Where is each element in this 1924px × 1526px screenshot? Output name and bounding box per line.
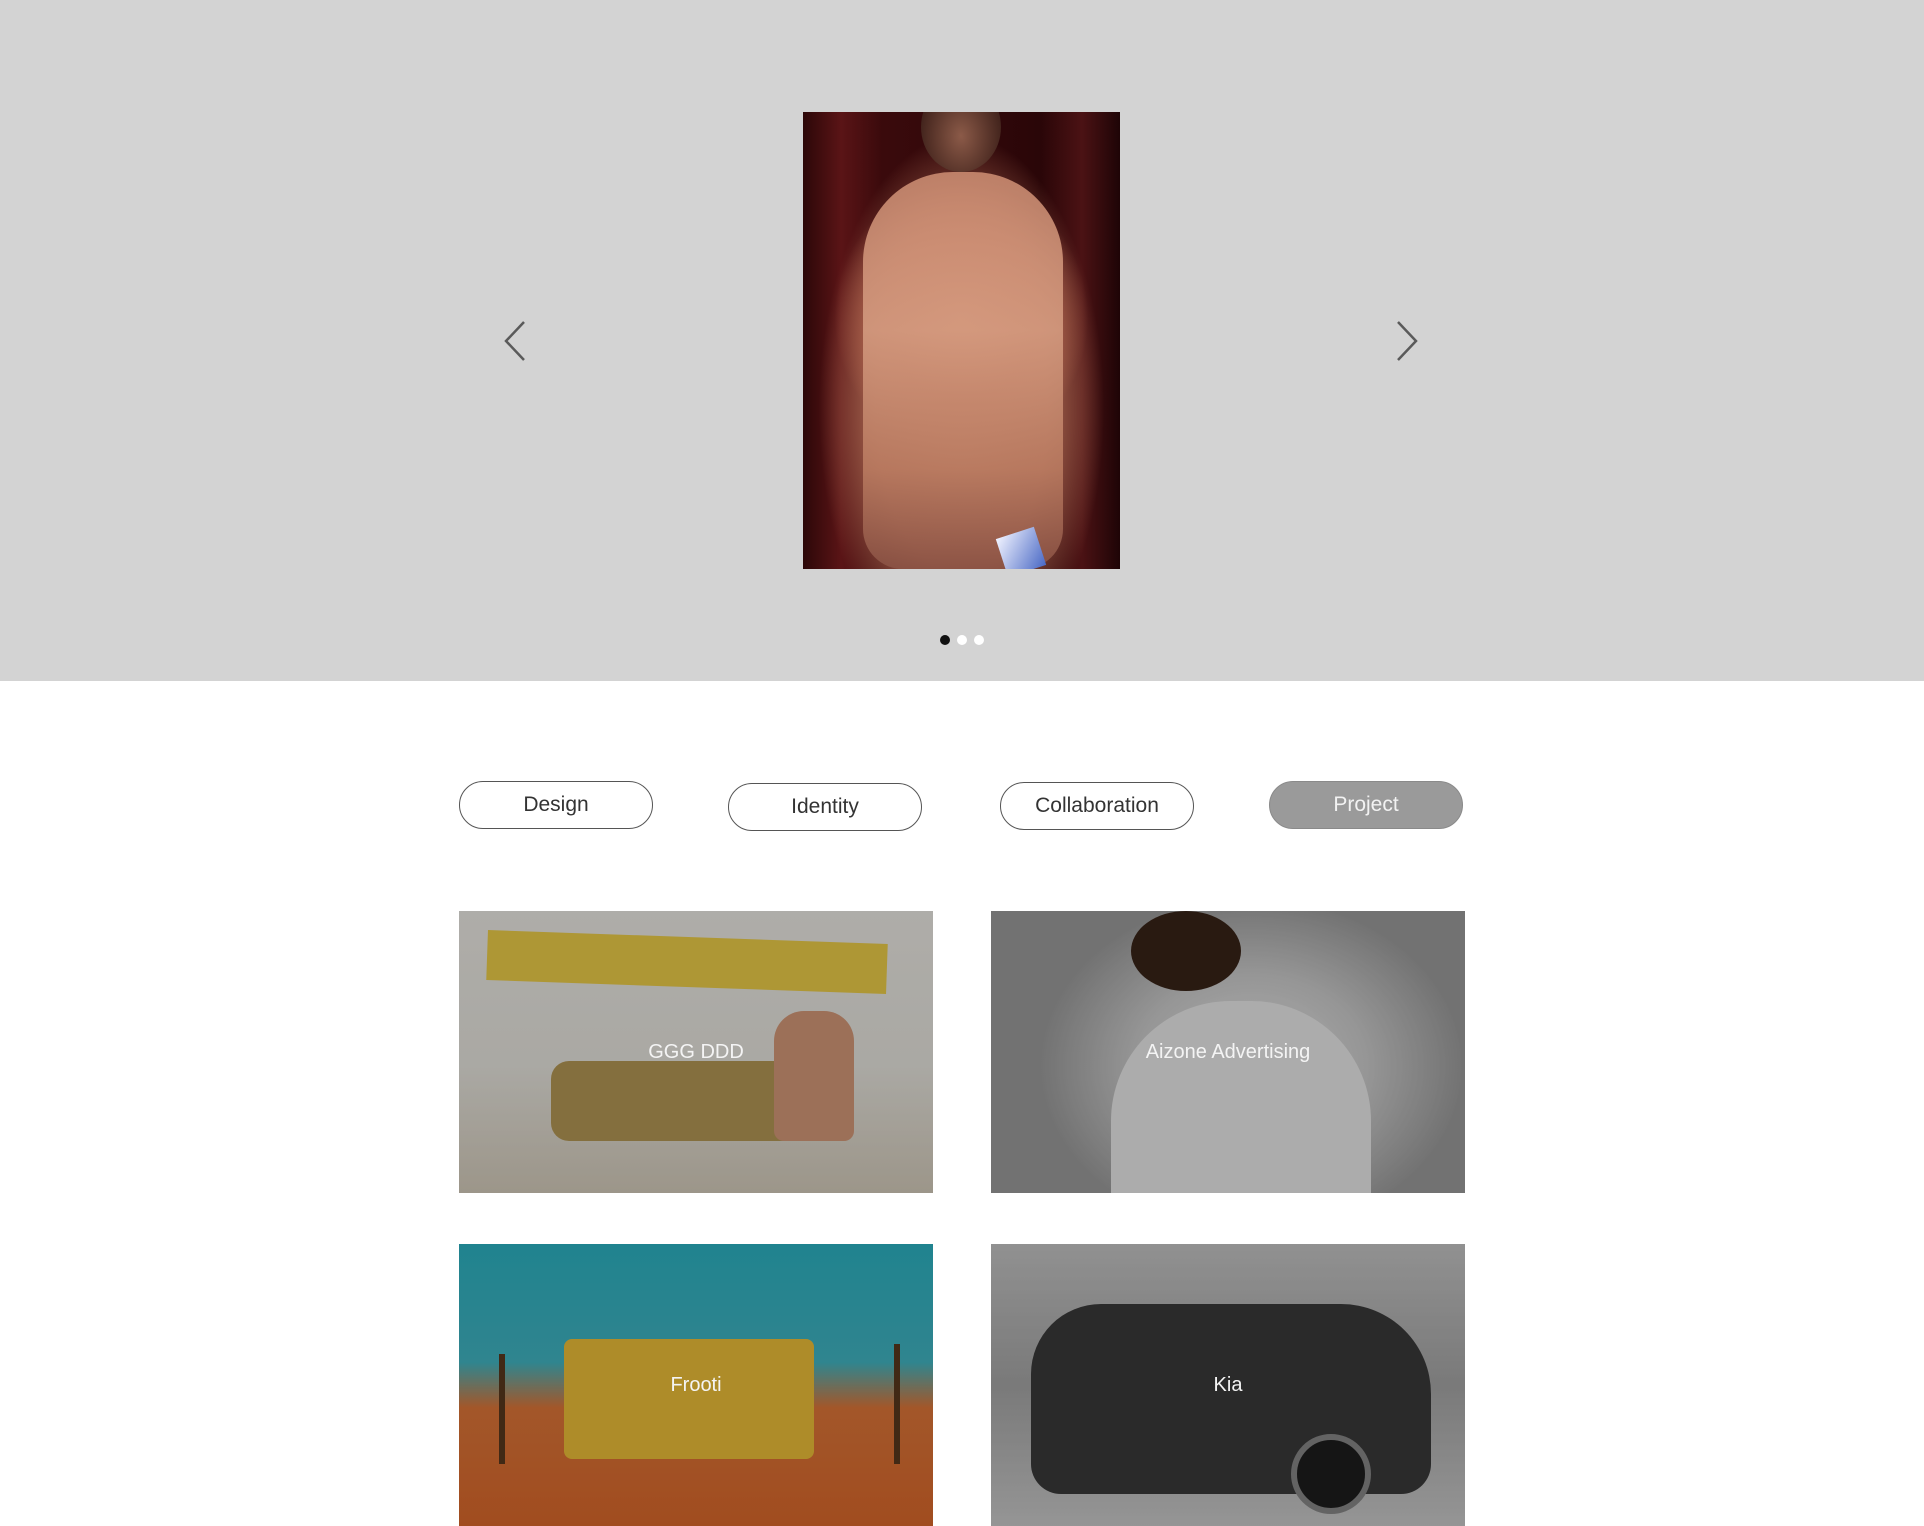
project-card[interactable]: Aizone Advertising — [991, 911, 1465, 1193]
chevron-right-icon — [1386, 318, 1426, 364]
project-title: GGG DDD — [648, 1040, 744, 1063]
filter-identity-button[interactable]: Identity — [728, 783, 922, 831]
filter-design-button[interactable]: Design — [459, 781, 653, 829]
hero-figure-head — [921, 112, 1001, 172]
slide-dot-3[interactable] — [974, 635, 984, 645]
project-card[interactable]: Frooti — [459, 1244, 933, 1526]
hero-slide-image — [803, 112, 1120, 569]
slide-pagination — [940, 635, 984, 647]
slide-dot-1[interactable] — [940, 635, 950, 645]
project-card[interactable]: Kia — [991, 1244, 1465, 1526]
hero-figure — [863, 172, 1063, 569]
next-slide-button[interactable] — [1386, 318, 1426, 364]
project-title: Frooti — [670, 1373, 722, 1396]
project-title: Aizone Advertising — [1145, 1040, 1311, 1063]
chevron-left-icon — [496, 318, 536, 364]
hero-slider — [0, 0, 1924, 681]
filter-project-button[interactable]: Project — [1269, 781, 1463, 829]
prev-slide-button[interactable] — [496, 318, 536, 364]
slide-dot-2[interactable] — [957, 635, 967, 645]
project-title: Kia — [1213, 1373, 1243, 1396]
filter-collaboration-button[interactable]: Collaboration — [1000, 782, 1194, 830]
project-card[interactable]: GGG DDD — [459, 911, 933, 1193]
